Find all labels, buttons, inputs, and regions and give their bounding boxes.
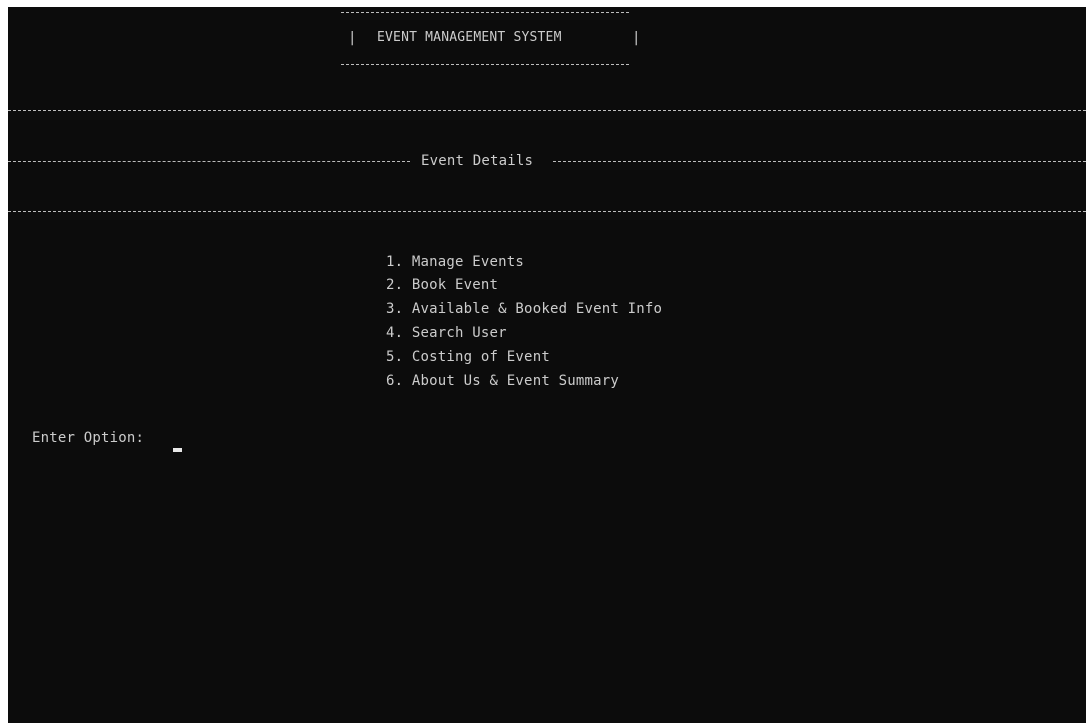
text-cursor bbox=[173, 448, 182, 452]
menu-item-about-us: 6. About Us & Event Summary bbox=[386, 373, 619, 389]
title-box-top-border bbox=[341, 12, 629, 13]
title-box-bottom-border bbox=[341, 64, 629, 65]
menu-item-costing: 5. Costing of Event bbox=[386, 349, 550, 365]
menu-item-search-user: 4. Search User bbox=[386, 325, 507, 341]
separator-line bbox=[8, 110, 1086, 111]
option-input[interactable] bbox=[173, 430, 193, 446]
menu-item-book-event: 2. Book Event bbox=[386, 277, 499, 293]
title-box-left-bar: | bbox=[348, 30, 357, 46]
title-box-right-bar: | bbox=[632, 30, 641, 46]
separator-line bbox=[8, 211, 1086, 212]
menu-item-event-info: 3. Available & Booked Event Info bbox=[386, 301, 663, 317]
section-title: Event Details bbox=[421, 153, 534, 169]
section-heading-left-dashes bbox=[8, 161, 410, 162]
section-heading-right-dashes bbox=[553, 161, 1086, 162]
terminal-window[interactable]: | EVENT MANAGEMENT SYSTEM | Event Detail… bbox=[8, 7, 1086, 723]
menu-item-manage-events: 1. Manage Events bbox=[386, 254, 525, 270]
enter-option-label: Enter Option: bbox=[32, 430, 145, 446]
app-title: EVENT MANAGEMENT SYSTEM bbox=[377, 30, 562, 45]
